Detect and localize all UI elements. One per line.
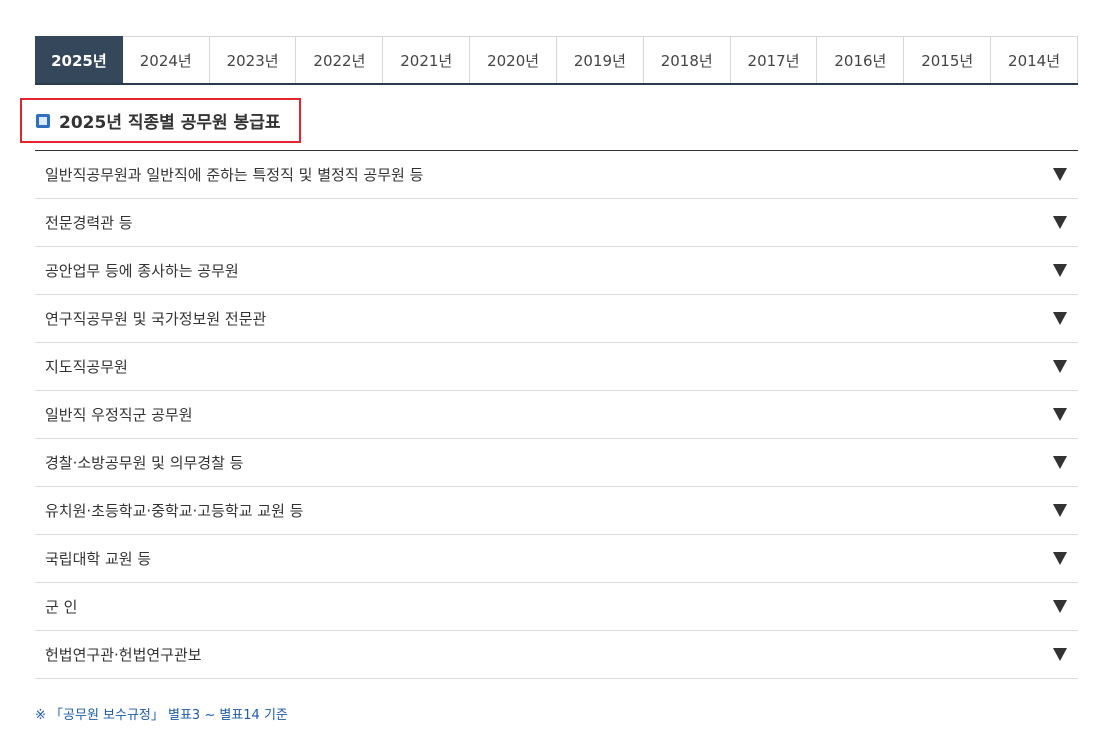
section-title: 2025년 직종별 공무원 봉급표 — [59, 113, 281, 133]
tab-2020[interactable]: 2020년 — [470, 36, 557, 83]
triangle-down-icon[interactable] — [1053, 552, 1067, 565]
accordion-item-label: 일반직공무원과 일반직에 준하는 특정직 및 별정직 공무원 등 — [45, 166, 424, 184]
section-heading: 2025년 직종별 공무원 봉급표 — [20, 98, 301, 143]
accordion-item-label: 공안업무 등에 종사하는 공무원 — [45, 262, 239, 280]
triangle-down-icon[interactable] — [1053, 648, 1067, 661]
year-tabs: 2025년 2024년 2023년 2022년 2021년 2020년 2019… — [35, 36, 1078, 85]
accordion-item-label: 일반직 우정직군 공무원 — [45, 406, 193, 424]
accordion-item-guidance[interactable]: 지도직공무원 — [35, 343, 1078, 391]
accordion-item-label: 유치원·초등학교·중학교·고등학교 교원 등 — [45, 502, 304, 520]
accordion-item-label: 국립대학 교원 등 — [45, 550, 152, 568]
accordion-item-research[interactable]: 연구직공무원 및 국가정보원 전문관 — [35, 295, 1078, 343]
tab-2015[interactable]: 2015년 — [904, 36, 992, 83]
triangle-down-icon[interactable] — [1053, 360, 1067, 373]
tab-2018[interactable]: 2018년 — [643, 36, 731, 83]
triangle-down-icon[interactable] — [1053, 408, 1067, 421]
tab-2021[interactable]: 2021년 — [383, 36, 471, 83]
tab-2017[interactable]: 2017년 — [730, 36, 818, 83]
accordion-item-label: 지도직공무원 — [45, 358, 128, 376]
accordion-item-label: 군 인 — [45, 598, 78, 616]
triangle-down-icon[interactable] — [1053, 456, 1067, 469]
accordion-item-school-teachers[interactable]: 유치원·초등학교·중학교·고등학교 교원 등 — [35, 487, 1078, 535]
accordion-item-professional-officer[interactable]: 전문경력관 등 — [35, 199, 1078, 247]
accordion-item-label: 헌법연구관·헌법연구관보 — [45, 646, 202, 664]
accordion-item-postal[interactable]: 일반직 우정직군 공무원 — [35, 391, 1078, 439]
accordion-item-police-fire[interactable]: 경찰·소방공무원 및 의무경찰 등 — [35, 439, 1078, 487]
accordion-item-university-faculty[interactable]: 국립대학 교원 등 — [35, 535, 1078, 583]
accordion-item-public-security[interactable]: 공안업무 등에 종사하는 공무원 — [35, 247, 1078, 295]
accordion-item-military[interactable]: 군 인 — [35, 583, 1078, 631]
tab-2016[interactable]: 2016년 — [817, 36, 905, 83]
accordion-item-label: 전문경력관 등 — [45, 214, 133, 232]
salary-table-accordion: 일반직공무원과 일반직에 준하는 특정직 및 별정직 공무원 등 전문경력관 등… — [35, 150, 1078, 679]
accordion-item-label: 연구직공무원 및 국가정보원 전문관 — [45, 310, 267, 328]
tab-2023[interactable]: 2023년 — [209, 36, 297, 83]
triangle-down-icon[interactable] — [1053, 216, 1067, 229]
accordion-item-constitutional-research[interactable]: 헌법연구관·헌법연구관보 — [35, 631, 1078, 679]
footnote-regulation-reference: ※ 「공무원 보수규정」 별표3 ~ 별표14 기준 — [35, 708, 288, 723]
tab-2022[interactable]: 2022년 — [296, 36, 384, 83]
triangle-down-icon[interactable] — [1053, 504, 1067, 517]
accordion-item-label: 경찰·소방공무원 및 의무경찰 등 — [45, 454, 244, 472]
triangle-down-icon[interactable] — [1053, 312, 1067, 325]
accordion-item-general-service[interactable]: 일반직공무원과 일반직에 준하는 특정직 및 별정직 공무원 등 — [35, 151, 1078, 199]
tab-2019[interactable]: 2019년 — [556, 36, 644, 83]
square-bullet-icon — [36, 113, 50, 128]
tab-2014[interactable]: 2014년 — [991, 36, 1078, 83]
triangle-down-icon[interactable] — [1053, 168, 1067, 181]
tab-2024[interactable]: 2024년 — [122, 36, 210, 83]
triangle-down-icon[interactable] — [1053, 600, 1067, 613]
triangle-down-icon[interactable] — [1053, 264, 1067, 277]
tab-2025[interactable]: 2025년 — [35, 36, 123, 83]
